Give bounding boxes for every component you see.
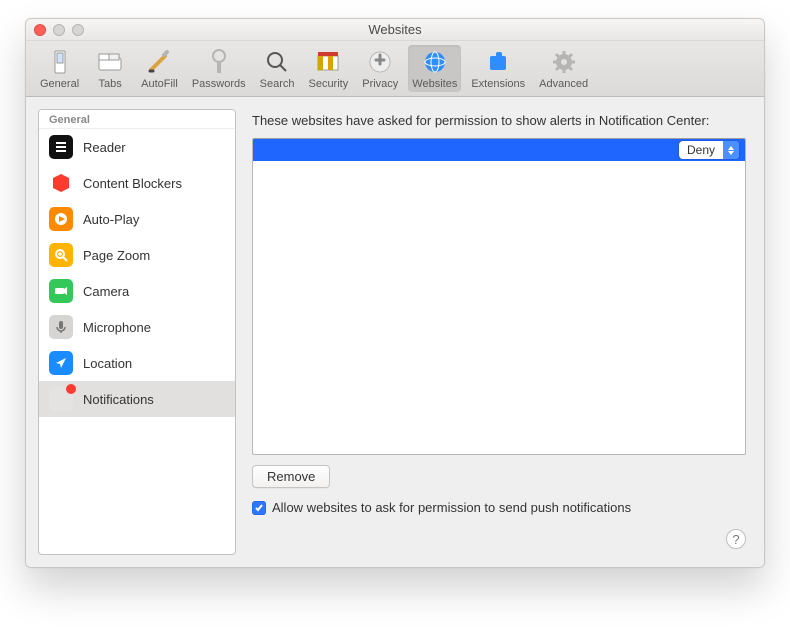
autofill-icon (147, 47, 171, 77)
remove-button[interactable]: Remove (252, 465, 330, 488)
toolbar-item-passwords[interactable]: Passwords (188, 45, 250, 92)
close-window-button[interactable] (34, 24, 46, 36)
sidebar-header: General (39, 110, 235, 129)
toolbar-label: Extensions (471, 78, 525, 90)
sidebar-item-label: Camera (83, 284, 129, 299)
instruction-text: These websites have asked for permission… (252, 113, 746, 128)
sidebar: General Reader Content Blockers Auto-Pla… (38, 109, 236, 555)
toolbar-label: AutoFill (141, 78, 178, 90)
sidebar-item-label: Notifications (83, 392, 154, 407)
security-icon (316, 47, 340, 77)
location-icon (49, 351, 73, 375)
preferences-window: Websites General Tabs AutoFill Passwor (25, 18, 765, 568)
sidebar-item-auto-play[interactable]: Auto-Play (39, 201, 235, 237)
toolbar-item-advanced[interactable]: Advanced (535, 45, 592, 92)
zoom-window-button[interactable] (72, 24, 84, 36)
toolbar-label: Search (260, 78, 295, 90)
toolbar-item-tabs[interactable]: Tabs (89, 45, 131, 92)
allow-ask-checkbox[interactable] (252, 501, 266, 515)
passwords-icon (209, 47, 229, 77)
sidebar-item-camera[interactable]: Camera (39, 273, 235, 309)
toolbar-label: Security (308, 78, 348, 90)
sidebar-item-reader[interactable]: Reader (39, 129, 235, 165)
notification-badge-icon (66, 384, 76, 394)
preferences-toolbar: General Tabs AutoFill Passwords Search (26, 41, 764, 97)
sidebar-item-label: Microphone (83, 320, 151, 335)
window-title: Websites (368, 22, 421, 37)
search-icon (265, 47, 289, 77)
permission-value: Deny (679, 143, 723, 157)
allow-ask-label: Allow websites to ask for permission to … (272, 500, 631, 515)
minimize-window-button[interactable] (53, 24, 65, 36)
privacy-icon (368, 47, 392, 77)
sidebar-item-label: Auto-Play (83, 212, 139, 227)
sidebar-item-label: Page Zoom (83, 248, 150, 263)
content-area: General Reader Content Blockers Auto-Pla… (26, 97, 764, 567)
titlebar: Websites (26, 19, 764, 41)
sidebar-item-label: Content Blockers (83, 176, 182, 191)
page-zoom-icon (49, 243, 73, 267)
main-panel: These websites have asked for permission… (248, 109, 752, 555)
general-icon (49, 47, 71, 77)
toolbar-label: Tabs (99, 78, 122, 90)
content-blockers-icon (49, 171, 73, 195)
sidebar-item-microphone[interactable]: Microphone (39, 309, 235, 345)
toolbar-item-search[interactable]: Search (256, 45, 299, 92)
toolbar-item-extensions[interactable]: Extensions (467, 45, 529, 92)
website-row[interactable]: Deny (253, 139, 745, 161)
toolbar-label: Advanced (539, 78, 588, 90)
toolbar-item-general[interactable]: General (36, 45, 83, 92)
help-button[interactable]: ? (726, 529, 746, 549)
sidebar-item-label: Location (83, 356, 132, 371)
allow-ask-row[interactable]: Allow websites to ask for permission to … (252, 500, 746, 515)
select-stepper-icon (723, 141, 739, 159)
camera-icon (49, 279, 73, 303)
permission-select[interactable]: Deny (679, 141, 739, 159)
check-icon (254, 503, 264, 513)
sidebar-item-label: Reader (83, 140, 126, 155)
toolbar-item-privacy[interactable]: Privacy (358, 45, 402, 92)
toolbar-item-autofill[interactable]: AutoFill (137, 45, 182, 92)
sidebar-item-page-zoom[interactable]: Page Zoom (39, 237, 235, 273)
websites-list[interactable]: Deny (252, 138, 746, 455)
gear-icon (552, 47, 576, 77)
notifications-icon (49, 387, 73, 411)
extensions-icon (486, 47, 510, 77)
toolbar-item-security[interactable]: Security (304, 45, 352, 92)
toolbar-item-websites[interactable]: Websites (408, 45, 461, 92)
window-controls (34, 24, 84, 36)
auto-play-icon (49, 207, 73, 231)
microphone-icon (49, 315, 73, 339)
sidebar-item-location[interactable]: Location (39, 345, 235, 381)
toolbar-label: Passwords (192, 78, 246, 90)
tabs-icon (98, 47, 122, 77)
sidebar-item-content-blockers[interactable]: Content Blockers (39, 165, 235, 201)
reader-icon (49, 135, 73, 159)
toolbar-label: Websites (412, 78, 457, 90)
websites-icon (423, 47, 447, 77)
toolbar-label: Privacy (362, 78, 398, 90)
sidebar-item-notifications[interactable]: Notifications (39, 381, 235, 417)
toolbar-label: General (40, 78, 79, 90)
